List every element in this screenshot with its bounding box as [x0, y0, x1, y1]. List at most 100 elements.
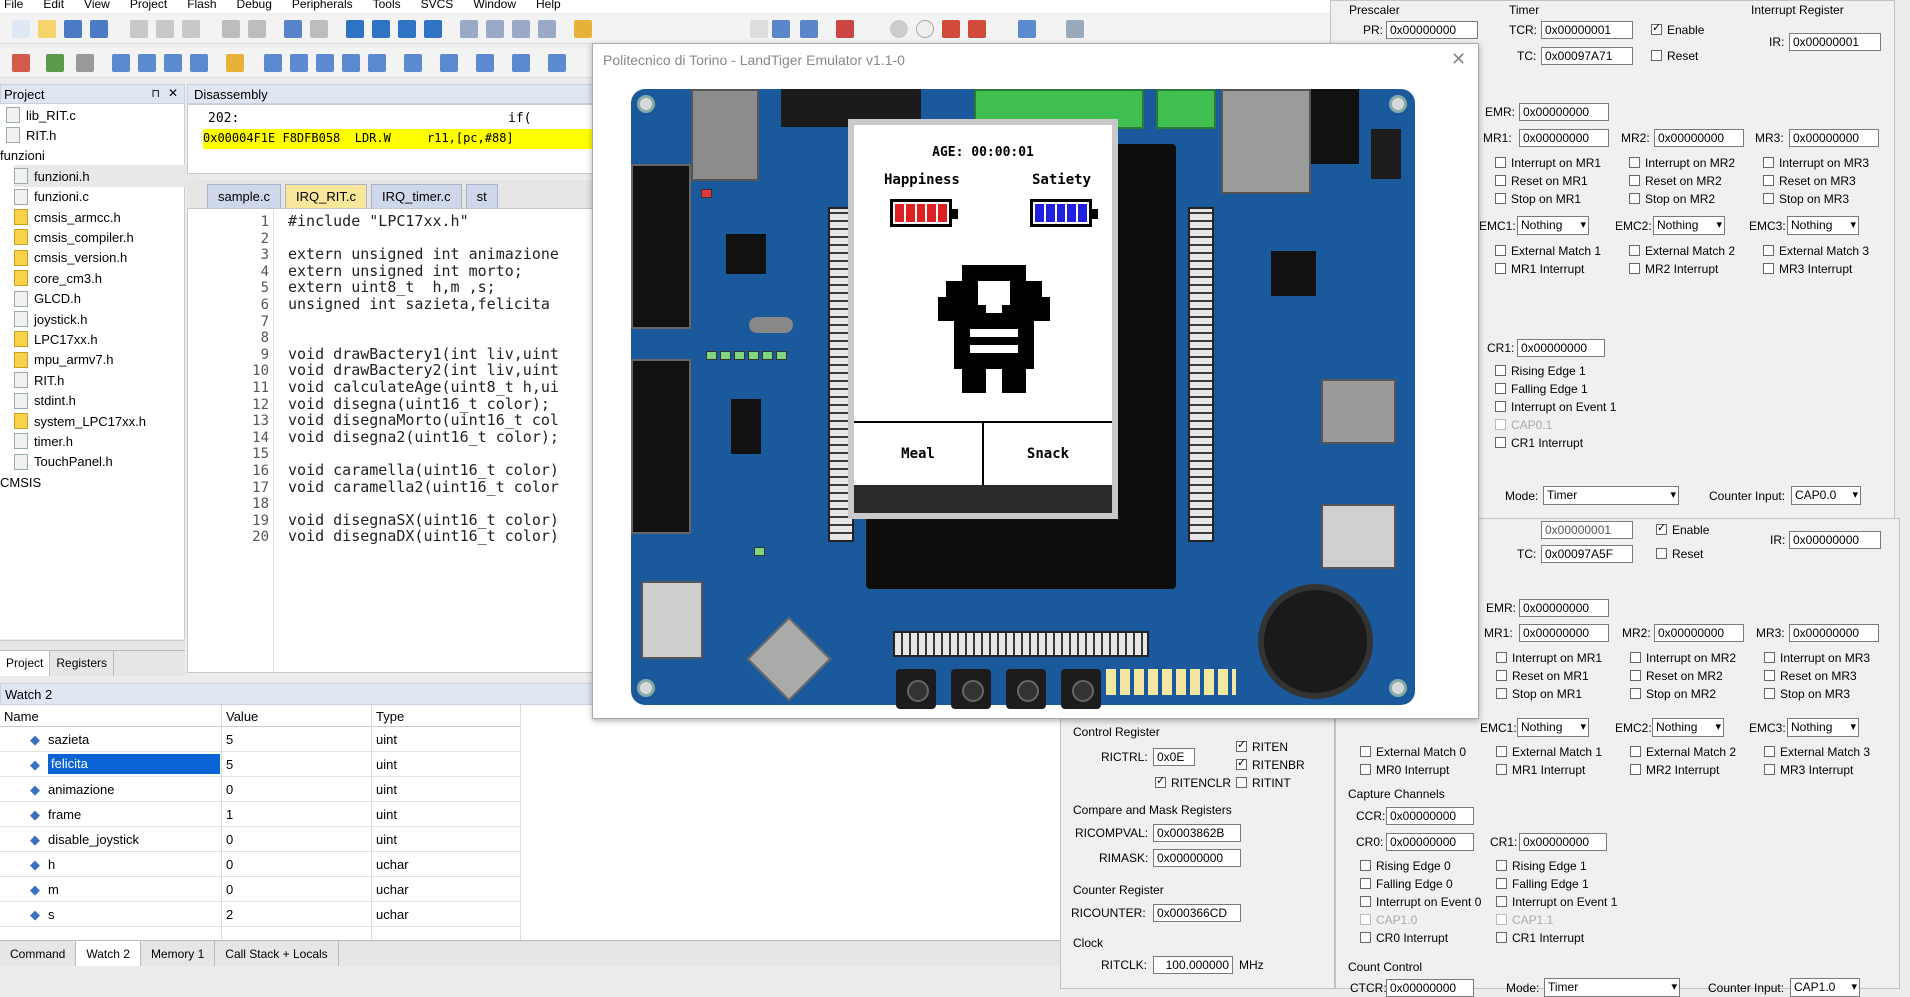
t1-counter-input-select[interactable]: CAP1.0	[1790, 978, 1860, 997]
joystick[interactable]	[746, 616, 832, 702]
incremental-find-icon[interactable]	[800, 20, 818, 38]
t1-ext0-checkbox[interactable]	[1360, 746, 1371, 757]
cr1int-checkbox[interactable]	[1495, 437, 1506, 448]
emc1-select[interactable]: Nothing	[1517, 216, 1589, 235]
pin-icon[interactable]: ⊓	[151, 87, 160, 100]
cap01-checkbox[interactable]	[1495, 419, 1506, 430]
tree-item[interactable]: RIT.h	[6, 124, 56, 146]
ccr-field[interactable]: 0x00000000	[1386, 807, 1474, 825]
menu-item-flash[interactable]: Flash	[187, 0, 216, 13]
t1-mr1-field[interactable]: 0x00000000	[1519, 624, 1609, 642]
menu-item-tools[interactable]: Tools	[373, 0, 401, 13]
watch-row[interactable]: ◆ h 0 uchar	[0, 852, 520, 877]
menu-item-project[interactable]: Project	[130, 0, 167, 13]
t1-ext1-checkbox[interactable]	[1496, 746, 1507, 757]
ritint-checkbox[interactable]	[1236, 777, 1247, 788]
command-window-icon[interactable]	[264, 54, 282, 72]
nav-forward-icon[interactable]	[310, 20, 328, 38]
tab-project[interactable]: Project	[0, 651, 51, 676]
watch-row[interactable]: ◆ s 2 uchar	[0, 902, 520, 927]
bookmark-prev-icon[interactable]	[372, 20, 390, 38]
ext2-checkbox[interactable]	[1629, 245, 1640, 256]
col-type-header[interactable]: Type	[376, 709, 404, 724]
uncomment-icon[interactable]	[538, 20, 556, 38]
configure-icon[interactable]	[1066, 20, 1084, 38]
ext1-checkbox[interactable]	[1495, 245, 1506, 256]
save-all-icon[interactable]	[90, 20, 108, 38]
undo-icon[interactable]	[222, 20, 240, 38]
indent-icon[interactable]	[460, 20, 478, 38]
menu-item-debug[interactable]: Debug	[237, 0, 272, 13]
t1-tc-field[interactable]: 0x00097A5F	[1541, 545, 1633, 563]
key2-button[interactable]	[1006, 669, 1046, 709]
potentiometer[interactable]	[641, 581, 703, 659]
editor-tab[interactable]: st	[465, 184, 498, 208]
tree-item[interactable]: mpu_armv7.h	[14, 349, 113, 371]
t1-mr2-field[interactable]: 0x00000000	[1654, 624, 1744, 642]
emc2-select[interactable]: Nothing	[1653, 216, 1725, 235]
tree-item[interactable]: GLCD.h	[14, 288, 81, 310]
t1-emc2-select[interactable]: Nothing	[1652, 718, 1724, 737]
ext3-checkbox[interactable]	[1763, 245, 1774, 256]
riclk-field[interactable]: 100.000000	[1153, 956, 1233, 974]
falling1-checkbox[interactable]	[1495, 383, 1506, 394]
run-to-cursor-icon[interactable]	[190, 54, 208, 72]
watch-row[interactable]: ◆ animazione 0 uint	[0, 777, 520, 802]
t1-ir-field[interactable]: 0x00000000	[1789, 531, 1881, 549]
cr0-field[interactable]: 0x00000000	[1386, 833, 1474, 851]
tcr-field[interactable]: 0x00000001	[1541, 21, 1633, 39]
mr3-field[interactable]: 0x00000000	[1789, 129, 1879, 147]
ir-field[interactable]: 0x00000001	[1789, 33, 1881, 51]
close-icon[interactable]: ✕	[1451, 49, 1466, 70]
key1-button[interactable]	[951, 669, 991, 709]
t1-mr1int-checkbox[interactable]	[1496, 764, 1507, 775]
ricompval-field[interactable]: 0x0003862B	[1153, 824, 1241, 842]
paste-icon[interactable]	[182, 20, 200, 38]
reset-icon[interactable]	[12, 54, 30, 72]
emr-field[interactable]: 0x00000000	[1519, 103, 1609, 121]
menu-item-peripherals[interactable]: Peripherals	[292, 0, 353, 13]
tree-item[interactable]: CMSIS	[0, 471, 41, 493]
snack-button[interactable]: Snack	[984, 423, 1112, 485]
unindent-icon[interactable]	[486, 20, 504, 38]
menu-item-window[interactable]: Window	[473, 0, 516, 13]
mode-select[interactable]: Timer	[1543, 486, 1679, 505]
tree-item[interactable]: stdint.h	[14, 390, 76, 412]
code-editor[interactable]: 1 2 3 4 5 6 7 8 9 10 11 12 13 14 15 16 17 18 19 20 #include…	[187, 208, 597, 673]
breakpoint-icon[interactable]	[890, 20, 908, 38]
switch[interactable]	[1371, 129, 1401, 179]
menu-item-edit[interactable]: Edit	[43, 0, 64, 13]
tree-item[interactable]: LPC17xx.h	[14, 328, 98, 350]
t1-intev1-checkbox[interactable]	[1496, 896, 1507, 907]
tree-item[interactable]: cmsis_version.h	[14, 247, 127, 269]
t1-mr0int-checkbox[interactable]	[1360, 764, 1371, 775]
riten-checkbox[interactable]	[1236, 738, 1247, 752]
tab-call-stack[interactable]: Call Stack + Locals	[215, 941, 339, 966]
menu-item-view[interactable]: View	[84, 0, 110, 13]
memory-window-icon[interactable]	[440, 54, 458, 72]
breakpoint-disable-icon[interactable]	[916, 20, 934, 38]
cap10-checkbox[interactable]	[1360, 914, 1371, 925]
debug-session-icon[interactable]	[836, 20, 854, 38]
reset-button[interactable]	[1061, 669, 1101, 709]
t1-cr1int-checkbox[interactable]	[1496, 932, 1507, 943]
menu-item-file[interactable]: File	[4, 0, 23, 13]
falling0-checkbox[interactable]	[1360, 878, 1371, 889]
bookmark-clear-icon[interactable]	[424, 20, 442, 38]
tree-item[interactable]: cmsis_armcc.h	[14, 206, 121, 228]
t1-rising1-checkbox[interactable]	[1496, 860, 1507, 871]
tab-registers[interactable]: Registers	[50, 651, 115, 676]
reset-mr1-checkbox[interactable]	[1495, 175, 1506, 186]
copy-icon[interactable]	[156, 20, 174, 38]
cr0int-checkbox[interactable]	[1360, 932, 1371, 943]
disassembly-view[interactable]: 202: if( 0x00004F1E F8DFB058 LDR.W r11,[p…	[187, 104, 598, 174]
find-combo[interactable]	[750, 20, 768, 38]
show-next-statement-icon[interactable]	[226, 54, 244, 72]
tree-item[interactable]: RIT.h	[14, 369, 64, 391]
tree-item[interactable]: timer.h	[14, 430, 73, 452]
watch-row[interactable]: ◆ felicita 5 uint	[0, 752, 520, 777]
cr1-field[interactable]: 0x00000000	[1517, 339, 1605, 357]
pr-field[interactable]: 0x00000000	[1386, 21, 1478, 39]
mr1int-checkbox[interactable]	[1495, 263, 1506, 274]
t1-mode-select[interactable]: Timer	[1544, 978, 1680, 997]
